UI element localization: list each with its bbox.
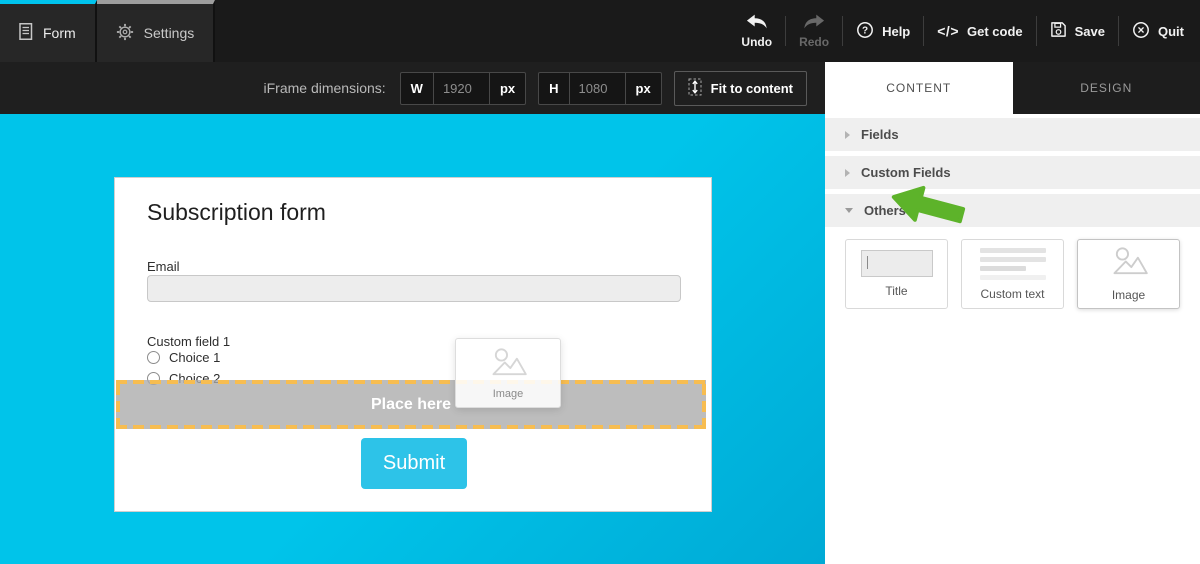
help-label: Help bbox=[882, 24, 910, 39]
editor-tabs: Form Settings bbox=[0, 0, 215, 62]
width-prefix: W bbox=[401, 73, 434, 104]
undo-icon bbox=[746, 14, 768, 32]
help-button[interactable]: ? Help bbox=[856, 21, 910, 42]
submit-button[interactable]: Submit bbox=[361, 438, 467, 489]
custom-field-label: Custom field 1 bbox=[147, 334, 230, 349]
tab-form[interactable]: Form bbox=[0, 0, 97, 62]
quit-button[interactable]: × Quit bbox=[1132, 21, 1184, 42]
fit-to-content-button[interactable]: Fit to content bbox=[674, 71, 807, 106]
topbar: Form Settings Undo Redo bbox=[0, 0, 1200, 62]
height-unit: px bbox=[626, 73, 661, 104]
help-icon: ? bbox=[856, 21, 874, 42]
topbar-actions: Undo Redo ? Help </> Get code bbox=[741, 0, 1200, 62]
widget-custom-text[interactable]: Custom text bbox=[961, 239, 1064, 309]
caret-right-icon bbox=[845, 131, 850, 139]
height-input-group: H 1080 px bbox=[538, 72, 662, 105]
get-code-button[interactable]: </> Get code bbox=[937, 23, 1022, 39]
divider bbox=[1118, 16, 1119, 46]
section-others[interactable]: Others bbox=[825, 194, 1200, 227]
dragged-image-widget[interactable]: Image bbox=[455, 338, 561, 408]
widget-list: Title Custom text Image bbox=[845, 239, 1200, 309]
email-input[interactable] bbox=[147, 275, 681, 302]
divider bbox=[785, 16, 786, 46]
height-input[interactable]: 1080 bbox=[570, 73, 626, 104]
width-unit: px bbox=[490, 73, 525, 104]
drop-hint-label: Place here bbox=[371, 396, 451, 414]
iframe-dimensions-label: iFrame dimensions: bbox=[264, 80, 386, 96]
width-input[interactable]: 1920 bbox=[434, 73, 490, 104]
form-preview-card: Subscription form Email Custom field 1 C… bbox=[114, 177, 712, 512]
section-fields[interactable]: Fields bbox=[825, 118, 1200, 151]
save-button[interactable]: Save bbox=[1050, 21, 1105, 41]
widget-title-label: Title bbox=[885, 284, 907, 298]
content-accordion: Fields Custom Fields Others bbox=[825, 118, 1200, 227]
widget-image[interactable]: Image bbox=[1077, 239, 1180, 309]
gear-icon bbox=[116, 23, 134, 44]
save-label: Save bbox=[1075, 24, 1105, 39]
form-title: Subscription form bbox=[147, 199, 326, 226]
quit-icon: × bbox=[1132, 21, 1150, 42]
save-icon bbox=[1050, 21, 1067, 41]
widget-custom-text-label: Custom text bbox=[980, 287, 1044, 301]
section-custom-fields-label: Custom Fields bbox=[861, 165, 951, 180]
caret-down-icon bbox=[845, 208, 853, 213]
tab-design[interactable]: DESIGN bbox=[1013, 62, 1200, 114]
tab-settings-label: Settings bbox=[144, 25, 195, 41]
dragged-widget-label: Image bbox=[493, 388, 524, 400]
redo-label: Redo bbox=[799, 35, 829, 49]
section-others-label: Others bbox=[864, 203, 906, 218]
caret-right-icon bbox=[845, 169, 850, 177]
panel-tabs: CONTENT DESIGN bbox=[825, 62, 1200, 114]
text-lines-icon bbox=[980, 248, 1046, 280]
image-icon bbox=[1107, 246, 1151, 281]
code-icon: </> bbox=[937, 23, 959, 39]
choice-1-label: Choice 1 bbox=[169, 350, 220, 365]
undo-button[interactable]: Undo bbox=[741, 14, 772, 49]
sidebar-panel: CONTENT DESIGN Fields Custom Fields Othe… bbox=[825, 62, 1200, 564]
divider bbox=[923, 16, 924, 46]
tab-content[interactable]: CONTENT bbox=[825, 62, 1013, 114]
fit-to-content-label: Fit to content bbox=[711, 81, 793, 96]
drop-placeholder-zone[interactable]: Place here bbox=[116, 380, 706, 429]
form-builder-app: Form Settings Undo Redo bbox=[0, 0, 1200, 564]
image-icon bbox=[486, 347, 530, 382]
tab-form-label: Form bbox=[43, 25, 76, 41]
widget-image-label: Image bbox=[1112, 288, 1145, 302]
iframe-dimensions-bar: iFrame dimensions: W 1920 px H 1080 px F… bbox=[0, 62, 825, 114]
svg-text:×: × bbox=[1137, 22, 1144, 36]
email-label: Email bbox=[147, 259, 180, 274]
tab-settings[interactable]: Settings bbox=[97, 0, 216, 62]
redo-button[interactable]: Redo bbox=[799, 14, 829, 49]
widget-title[interactable]: Title bbox=[845, 239, 948, 309]
form-icon bbox=[19, 23, 33, 43]
svg-text:?: ? bbox=[862, 25, 868, 36]
divider bbox=[1036, 16, 1037, 46]
width-input-group: W 1920 px bbox=[400, 72, 526, 105]
redo-icon bbox=[803, 14, 825, 32]
section-fields-label: Fields bbox=[861, 127, 899, 142]
fit-vertical-icon bbox=[688, 78, 702, 99]
section-custom-fields[interactable]: Custom Fields bbox=[825, 156, 1200, 189]
height-prefix: H bbox=[539, 73, 569, 104]
get-code-label: Get code bbox=[967, 24, 1023, 39]
form-canvas: Subscription form Email Custom field 1 C… bbox=[0, 114, 825, 564]
quit-label: Quit bbox=[1158, 24, 1184, 39]
title-field-icon bbox=[861, 250, 933, 277]
divider bbox=[842, 16, 843, 46]
radio-button[interactable] bbox=[147, 351, 160, 364]
choice-1-row: Choice 1 bbox=[147, 350, 220, 365]
undo-label: Undo bbox=[741, 35, 772, 49]
